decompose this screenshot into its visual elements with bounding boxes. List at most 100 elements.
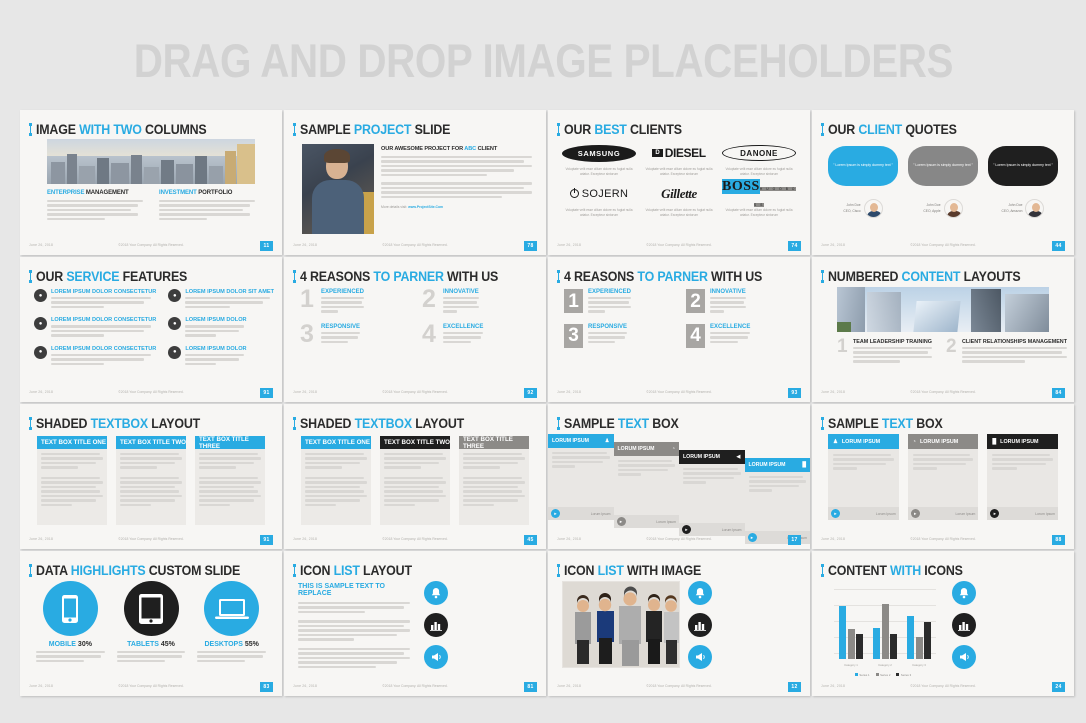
laptop-icon [204, 581, 260, 636]
title-marker-icon [557, 564, 560, 577]
slide-thumbnail-11[interactable]: SAMPLE TEXT BOX LORUM IPSUM♟ Lorem ipsum… [548, 404, 810, 549]
slide-number-badge: 78 [524, 241, 537, 251]
slide-thumbnail-10[interactable]: SHADED TEXTBOX LAYOUT TEXT BOX TITLE ONE… [284, 404, 546, 549]
slide-thumbnail-7[interactable]: 4 REASONS TO PARNER WITH US 1 EXPERIENCE… [548, 257, 810, 402]
megaphone-icon [688, 645, 712, 669]
slide-title-2: SAMPLE PROJECT SLIDE [293, 121, 537, 138]
play-icon[interactable]: ► [551, 509, 560, 518]
icon-list: There are many variations of passages of… [688, 581, 798, 669]
phone-icon: ● [34, 317, 47, 331]
icon-list: There are many variations of passages of… [952, 581, 1062, 669]
slide-thumbnail-5[interactable]: OUR SERVICE FEATURES ● LOREM IPSUM DOLOR… [20, 257, 282, 402]
slide-footer-12: June 26, 2018 ©2018 Your Company. All Ri… [821, 534, 1065, 545]
skyscrapers-image [837, 287, 1049, 332]
slide-thumbnail-2[interactable]: SAMPLE PROJECT SLIDE OUR AWESOME PROJECT… [284, 110, 546, 255]
bar-chart: Category 1 Category 2 Category 3 Series 1 S… [826, 583, 940, 677]
client-cell: Gillette Voluptate velit esse cillum dol… [645, 185, 713, 218]
legend-entry: Series 2 [875, 673, 890, 677]
speech-bubble-blue: " Lorem Ipsum is simply dummy text " [828, 146, 898, 186]
slide-thumbnail-14[interactable]: ICON LIST LAYOUT THIS IS SAMPLE TEXT TO … [284, 551, 546, 696]
smartphone-icon [42, 581, 98, 636]
bar [924, 621, 931, 659]
reason-item: 3 RESPONSIVEThere are many variations of… [564, 323, 672, 348]
bar-chart-icon [952, 613, 976, 637]
bell-icon [424, 581, 448, 605]
icon-list-item: There are many variations of passages of… [424, 613, 534, 637]
slide-thumbnail-8[interactable]: NUMBERED CONTENT LAYOUTS 1 TEAM LEADERSH… [812, 257, 1074, 402]
slide-footer-1: June 26, 2018 ©2018 Your Company. All Ri… [29, 240, 273, 251]
bar [847, 629, 855, 659]
slide-footer-7: June 26, 2018 ©2018 Your Company. All Ri… [557, 387, 801, 398]
slide-title-14: ICON LIST LAYOUT [293, 562, 537, 579]
staggered-card-row: LORUM IPSUM♟ Lorem ipsum is simply dummy… [548, 434, 810, 544]
slide-thumbnail-12[interactable]: SAMPLE TEXT BOX ♟LORUM IPSUM Lorem ipsum… [812, 404, 1074, 549]
play-icon[interactable]: ► [831, 509, 840, 518]
slide-number-badge: 91 [260, 388, 273, 398]
ribbon-card-row: ♟LORUM IPSUM Lorem ipsum is simply dummy… [828, 434, 1059, 520]
slide-thumbnail-9[interactable]: SHADED TEXTBOX LAYOUT TEXT BOX TITLE ONE… [20, 404, 282, 549]
bar-chart-icon [424, 613, 448, 637]
textbox: TEXT BOX TITLE ONE Lorem ipsum dolor sit… [37, 436, 107, 525]
bar-chart-icon: █ [992, 438, 997, 445]
heart-icon: ● [34, 345, 47, 359]
play-icon[interactable]: ► [990, 509, 1000, 518]
slide-thumbnail-3[interactable]: OUR BEST CLIENTS SAMSUNG Voluptate velit… [548, 110, 810, 255]
bar [856, 634, 863, 659]
legend-entry: Series 1 [854, 673, 870, 677]
bar [890, 634, 897, 659]
play-icon[interactable]: ► [910, 509, 920, 518]
slide-thumbnail-15[interactable]: ICON LIST WITH IMAGE There are many vari… [548, 551, 810, 696]
reasons-grid: 1 EXPERIENCEDThere are many variations o… [564, 289, 794, 348]
x-tick-label: Category 3 [912, 663, 926, 667]
project-link[interactable]: www.ProjectSite.Com [408, 205, 443, 209]
text-card: LORUM IPSUM◔ Lorem ipsum is simply dummy… [613, 442, 679, 528]
numbered-item: 1 TEAM LEADERSHIP TRAININGLorem ipsum do… [837, 337, 932, 365]
slide-title-5: OUR SERVICE FEATURES [29, 268, 273, 285]
pencil-icon: ● [168, 345, 182, 359]
reason-item: 1 EXPERIENCEDThere are many variations o… [300, 285, 365, 313]
bar-chart-icon: █ [802, 462, 806, 468]
bar [881, 604, 889, 659]
slide-thumbnail-1[interactable]: IMAGE WITH TWO COLUMNS ENTERPRISE MANAGE… [20, 110, 282, 255]
slide-number-badge: 88 [1052, 535, 1065, 545]
bell-icon [952, 581, 976, 605]
text-card: LORUM IPSUM◀ Lorem ipsum is simply dummy… [679, 450, 745, 536]
page-title: DRAG AND DROP IMAGE PLACEHOLDERS [133, 33, 953, 87]
slide-number-badge: 93 [788, 388, 801, 398]
feature-item: ● LOREM IPSUM DOLORSed do eiusmod tempor… [168, 345, 274, 367]
title-marker-icon [29, 564, 32, 577]
diesel-logo: D DIESEL [652, 146, 706, 160]
slide-number-badge: 81 [524, 682, 537, 692]
play-icon[interactable]: ► [682, 525, 691, 534]
title-marker-icon [29, 417, 32, 430]
icon-list-item: There are many variations of passages of… [424, 645, 534, 669]
feature-item: ● LOREM IPSUM DOLOR CONSECTETURSed do ei… [34, 289, 156, 310]
icon-list-item: There are many variations of passages of… [688, 581, 798, 605]
client-logo-grid: SAMSUNG Voluptate velit esse cillum dolo… [562, 142, 797, 219]
numbered-content-row: 1 TEAM LEADERSHIP TRAININGLorem ipsum do… [837, 337, 1067, 365]
slide-thumbnail-4[interactable]: OUR CLIENT QUOTES " Lorem Ipsum is simpl… [812, 110, 1074, 255]
textbox: TEXT BOX TITLE THREE Lorem ipsum dolor s… [459, 436, 529, 525]
slide-title-9: SHADED TEXTBOX LAYOUT [29, 415, 273, 432]
slide-number-badge: 11 [260, 241, 273, 251]
client-cell: D DIESEL Voluptate velit esse cillum dolo… [645, 146, 713, 177]
title-marker-icon [821, 564, 824, 577]
cityscape-image [47, 139, 255, 184]
icon-list-item: There are many variations of passages of… [952, 645, 1062, 669]
slide-footer-6: June 26, 2018 ©2018 Your Company. All Ri… [293, 387, 537, 398]
reason-item: 1 EXPERIENCEDThere are many variations o… [564, 289, 672, 315]
chat-icon: ● [34, 289, 47, 302]
title-marker-icon [29, 123, 32, 136]
slide-thumbnail-6[interactable]: 4 REASONS TO PARNER WITH US 1 EXPERIENCE… [284, 257, 546, 402]
slide-number-badge: 83 [260, 682, 273, 692]
play-icon[interactable]: ► [616, 517, 626, 526]
shaded-textbox-row: TEXT BOX TITLE ONE Lorem ipsum dolor sit… [37, 436, 265, 525]
numbered-item: 2 CLIENT RELATIONSHIPS MANAGEMENTLorem i… [946, 337, 1067, 365]
bell-icon [688, 581, 712, 605]
slide-thumbnail-13[interactable]: DATA HIGHLIGHTS CUSTOM SLIDE MOBILE 30% … [20, 551, 282, 696]
slide-number-badge: 91 [260, 535, 273, 545]
slide-thumbnail-16[interactable]: CONTENT WITH ICONS Category 1 Category 2C… [812, 551, 1074, 696]
samsung-logo: SAMSUNG [562, 144, 636, 162]
boss-logo: BOSSH U G O B O S S [722, 178, 797, 207]
megaphone-icon [424, 645, 448, 669]
